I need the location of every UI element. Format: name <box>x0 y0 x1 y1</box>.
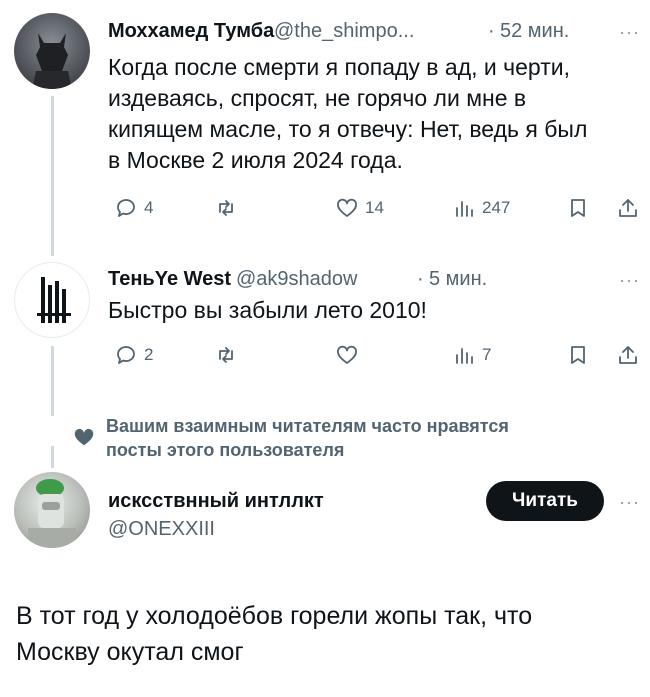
tweet2-time[interactable]: 5 мин. <box>429 268 487 291</box>
tweet2-more-button[interactable]: ··· <box>619 270 640 291</box>
tweet1-reply-count: 4 <box>144 198 154 217</box>
tweet1-body: Когда после смерти я попаду в ад, и черт… <box>108 52 638 176</box>
repost-icon <box>219 200 233 216</box>
suggestion-line: посты этого пользователя <box>106 440 345 460</box>
tweet2-handle[interactable]: @ak9shadow <box>236 268 357 291</box>
reply-icon <box>117 199 135 217</box>
tweet2-share-button[interactable] <box>616 343 640 367</box>
tweet2-repost-button[interactable] <box>214 343 244 367</box>
tweet1-text-line: в Москве 2 июля 2024 года. <box>108 147 403 173</box>
suggestion-context: Вашим взаимным читателям часто нравятся … <box>106 414 626 462</box>
tweet1-text-line: издеваясь, спросят, не горячо ли мне в <box>108 85 527 111</box>
follow-button[interactable]: Читать <box>486 481 604 521</box>
avatar-tweet1[interactable] <box>14 13 90 89</box>
tweet1-text-line: Когда после смерти я попаду в ад, и черт… <box>108 54 570 80</box>
tweet1-time[interactable]: 52 мин. <box>500 20 569 43</box>
tweet1-handle[interactable]: @the_shimpo... <box>274 20 414 43</box>
tweet1-like-count: 14 <box>365 198 384 217</box>
like-icon <box>337 345 357 364</box>
tweet2-text: Быстро вы забыли лето 2010! <box>108 297 427 323</box>
heart-icon <box>74 428 94 446</box>
avatar-figure-icon <box>32 33 72 89</box>
tweet2-views-button[interactable]: 7 <box>452 343 491 367</box>
profile-name[interactable]: исксствнный интллкт <box>108 490 324 513</box>
main-text-line: В тот год у холодоёбов горели жопы так, … <box>16 602 533 630</box>
tweet1-more-button[interactable]: ··· <box>619 22 640 43</box>
tweet2-views-count: 7 <box>482 345 492 364</box>
repost-icon <box>219 347 233 363</box>
suggestion-line: Вашим взаимным читателям часто нравятся <box>106 416 509 436</box>
thread-line-2 <box>51 346 54 416</box>
main-post-text: В тот год у холодоёбов горели жопы так, … <box>16 598 636 670</box>
share-icon <box>619 346 637 364</box>
tweet1-views-button[interactable]: 247 <box>452 196 510 220</box>
tweet1-like-button[interactable]: 14 <box>335 196 384 220</box>
tweet1-text-line: кипящем масле, то я отвечу: Нет, ведь я … <box>108 116 588 142</box>
bookmark-icon <box>571 346 585 364</box>
tweet2-author-name[interactable]: ТеньYe West <box>108 268 231 291</box>
main-text-line: Москву окутал смог <box>16 638 244 666</box>
tweet1-views-count: 247 <box>482 198 511 217</box>
tweet2-like-button[interactable] <box>335 343 365 367</box>
thread-line-3 <box>51 446 54 468</box>
profile-handle[interactable]: @ONEXXIII <box>108 518 215 541</box>
views-icon <box>456 201 473 217</box>
thread-line-1 <box>51 96 54 256</box>
tweet1-author-name[interactable]: Моххамед Тумба <box>108 20 274 43</box>
tweet1-repost-button[interactable] <box>214 196 244 220</box>
avatar-profile[interactable] <box>14 472 90 548</box>
share-icon <box>619 199 637 217</box>
profile-more-button[interactable]: ··· <box>619 492 640 513</box>
tweet1-separator: · <box>488 20 495 42</box>
avatar-tweet2[interactable] <box>14 262 90 338</box>
reply-icon <box>117 346 135 364</box>
tweet2-reply-button[interactable]: 2 <box>114 343 153 367</box>
tweet1-reply-button[interactable]: 4 <box>114 196 153 220</box>
tweet2-separator: · <box>417 268 424 290</box>
avatar-logo-icon <box>37 277 71 323</box>
tweet1-share-button[interactable] <box>616 196 640 220</box>
tweet1-bookmark-button[interactable] <box>566 196 590 220</box>
tweet2-reply-count: 2 <box>144 345 154 364</box>
views-icon <box>456 348 473 364</box>
tweet2-bookmark-button[interactable] <box>566 343 590 367</box>
like-icon <box>337 198 357 217</box>
avatar-robot-icon <box>28 479 76 548</box>
bookmark-icon <box>571 199 585 217</box>
